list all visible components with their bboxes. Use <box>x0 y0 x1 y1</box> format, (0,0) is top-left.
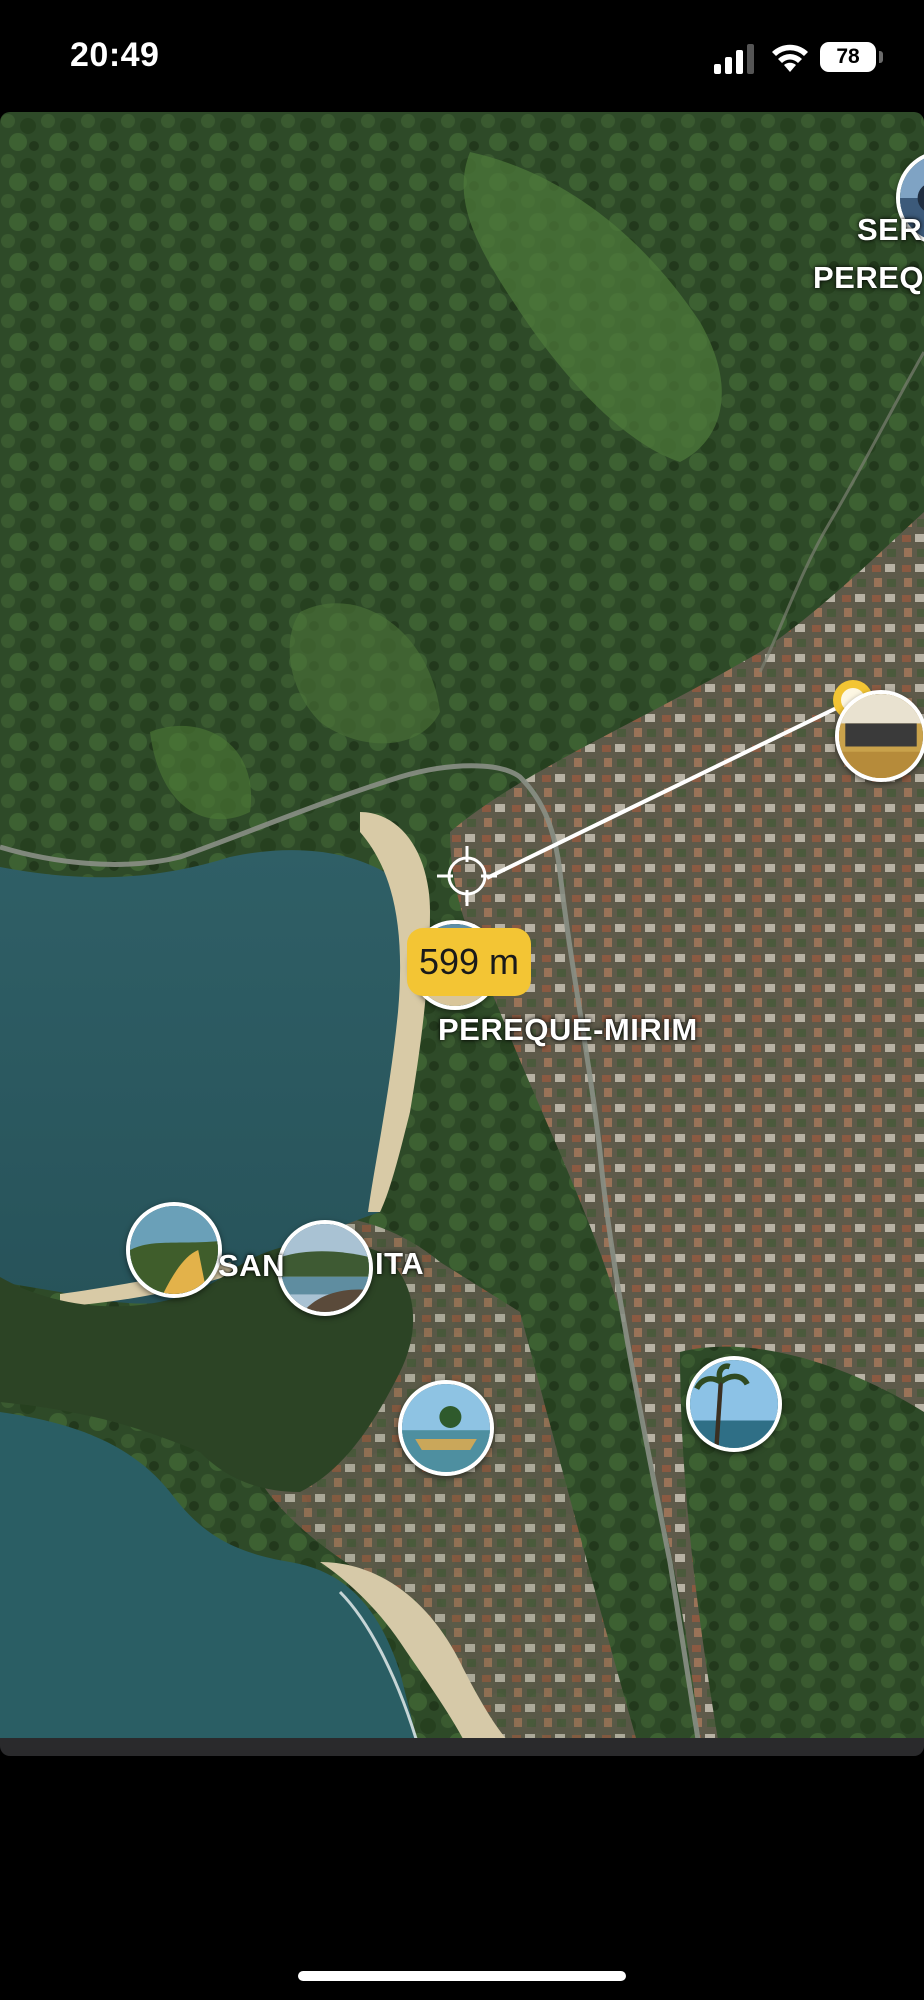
photo-pin-palm[interactable] <box>686 1356 782 1452</box>
photo-pin-boat[interactable] <box>398 1380 494 1476</box>
place-label-top-right-1: SER <box>857 212 923 247</box>
place-label-santa-rita-left: SAN <box>218 1248 285 1283</box>
photo-pin-santa-rita-2[interactable] <box>277 1220 373 1316</box>
photo-pin-endpoint[interactable] <box>835 690 924 782</box>
photo-pin-santa-rita-1[interactable] <box>126 1202 222 1298</box>
screen: 20:49 78 PEREQUE-MIRIM SAN ITA SER PEREQ… <box>0 0 924 2000</box>
place-label-top-right-2: PEREQ <box>813 260 924 295</box>
status-time: 20:49 <box>70 36 160 74</box>
place-label-santa-rita-right: ITA <box>375 1246 425 1281</box>
crosshair-icon[interactable] <box>435 844 499 908</box>
place-label-pereque-mirim: PEREQUE-MIRIM <box>438 1012 698 1047</box>
battery-cap <box>879 51 883 63</box>
wifi-icon <box>772 44 808 72</box>
home-indicator[interactable] <box>298 1971 626 1981</box>
map-bottom-edge <box>0 1738 924 1756</box>
signal-icon <box>714 44 754 74</box>
status-bar: 20:49 78 <box>0 0 924 112</box>
distance-badge: 599 m <box>407 928 531 996</box>
battery-icon: 78 <box>820 42 876 72</box>
